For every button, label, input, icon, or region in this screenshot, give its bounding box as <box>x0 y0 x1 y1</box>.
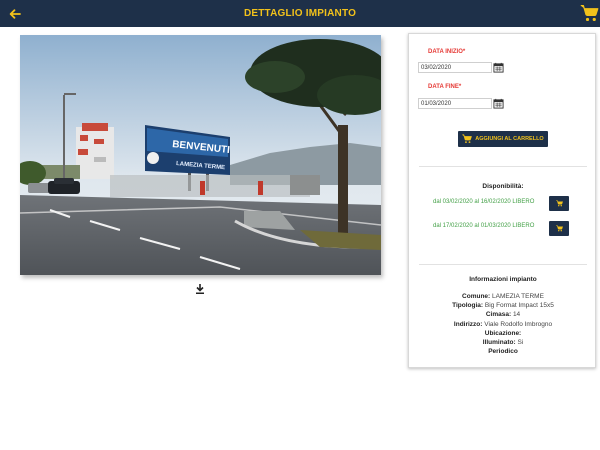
cart-button[interactable] <box>580 4 599 23</box>
download-button[interactable] <box>194 282 206 294</box>
top-bar: DETTAGLIO IMPIANTO <box>0 0 600 27</box>
download-icon <box>196 284 204 294</box>
page-title: DETTAGLIO IMPIANTO <box>243 8 357 19</box>
billboard-scene: BENVENUTI LAMEZIA TERME <box>20 35 381 275</box>
shopping-cart-icon <box>580 4 599 22</box>
add-slot-to-cart-button[interactable] <box>549 196 569 211</box>
info-row-periodico: Periodico <box>488 348 518 356</box>
calendar-icon[interactable] <box>493 62 504 73</box>
availability-title: Disponibilità: <box>482 183 524 190</box>
shopping-cart-icon <box>462 134 473 144</box>
end-date-label: DATA FINE* <box>428 84 462 90</box>
add-slot-to-cart-button[interactable] <box>549 221 569 236</box>
booking-panel: DATA INIZIO* 03/02/2020 DATA FINE* 01/03… <box>408 33 596 368</box>
info-row-cimasa: Cimasa: 14 <box>485 311 521 319</box>
start-date-field[interactable]: 03/02/2020 <box>418 62 492 73</box>
info-list: Comune: LAMEZIA TERME Tipologia: Big For… <box>409 292 597 356</box>
info-row-comune: Comune: LAMEZIA TERME <box>462 293 544 300</box>
add-to-cart-button[interactable]: AGGIUNGI AL CARRELLO <box>458 131 548 147</box>
shopping-cart-icon <box>555 200 563 207</box>
shopping-cart-icon <box>555 225 563 232</box>
availability-slot: dal 03/02/2020 al 16/02/2020 LIBERO <box>433 199 535 205</box>
billboard-photo: BENVENUTI LAMEZIA TERME <box>20 35 381 275</box>
end-date-field[interactable]: 01/03/2020 <box>418 98 492 109</box>
info-row-illuminato: Illuminato: Si <box>482 339 524 347</box>
info-row-indirizzo: Indirizzo: Viale Rodolfo Imbrogno <box>453 320 553 328</box>
start-date-label: DATA INIZIO* <box>428 49 466 55</box>
availability-slot: dal 17/02/2020 al 01/03/2020 LIBERO <box>433 223 535 229</box>
divider <box>419 264 587 265</box>
info-row-tipologia: Tipologia: Big Format Impact 15x5 <box>452 302 554 310</box>
add-to-cart-label: AGGIUNGI AL CARRELLO <box>475 136 544 142</box>
info-title: Informazioni impianto <box>469 276 537 283</box>
calendar-icon[interactable] <box>493 98 504 109</box>
info-row-ubicazione: Ubicazione: <box>484 329 522 337</box>
app-root: DETTAGLIO IMPIANTO BENVENUTI LAMEZIA TER… <box>0 0 600 450</box>
divider <box>419 166 587 167</box>
